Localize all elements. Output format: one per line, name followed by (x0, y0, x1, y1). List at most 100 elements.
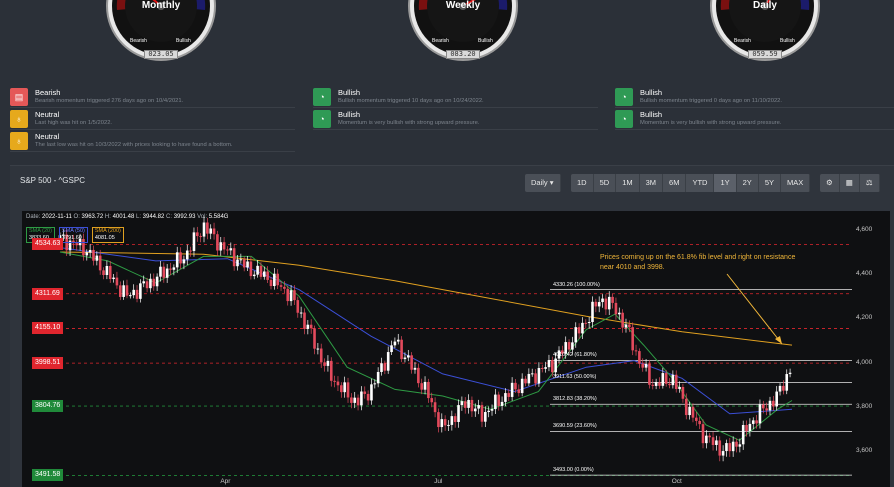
gauge-value: 083.20 (446, 50, 480, 59)
signals-monthly: ▤ Bearish Bearish momentum triggered 276… (10, 88, 295, 154)
scale-icon[interactable]: ⚖ (859, 174, 880, 192)
candle-body (417, 367, 420, 384)
interval-label: Daily (531, 178, 548, 187)
signal-desc: Bullish momentum triggered 10 days ago o… (338, 98, 484, 104)
candle-body (353, 397, 357, 403)
candle-body (594, 301, 598, 307)
candle-body (92, 249, 95, 261)
range-1d-button[interactable]: 1D (571, 174, 594, 192)
candle-body (256, 265, 259, 275)
candle-body (132, 289, 135, 296)
range-toolbar: 1D 5D 1M 3M 6M YTD 1Y 2Y 5Y MAX (571, 174, 811, 192)
candle-body (269, 279, 273, 287)
candle-body (745, 425, 748, 432)
candle-body (105, 265, 109, 276)
gauge-bearish-label: Bearish (734, 38, 751, 44)
candle-body (520, 378, 524, 394)
range-ytd-button[interactable]: YTD (686, 174, 715, 192)
candle-body (443, 419, 447, 426)
gauge-monthly: Monthly Bearish Bullish 023.05 (106, 0, 216, 62)
candle-body (470, 399, 474, 412)
candle-body (139, 283, 142, 299)
candle-body (206, 222, 209, 234)
candle-body (540, 367, 544, 369)
candle-body (356, 397, 360, 406)
range-1m-button[interactable]: 1M (616, 174, 640, 192)
candle-body (661, 373, 665, 386)
signal-title: Neutral (35, 132, 60, 141)
annotation-arrow (726, 273, 783, 345)
candle-body (487, 410, 490, 413)
candle-body (517, 389, 521, 394)
candle-body (88, 249, 92, 253)
candle-body (152, 278, 156, 287)
signal-title: Bearish (35, 88, 61, 97)
candle-body (634, 350, 638, 352)
candle-body (75, 243, 79, 246)
candle-body (741, 425, 745, 445)
candle-body (765, 408, 768, 411)
candle-body (125, 285, 129, 296)
range-5d-button[interactable]: 5D (593, 174, 617, 192)
candle-body (309, 324, 313, 329)
candle-body (185, 250, 189, 260)
candle-body (192, 232, 196, 251)
candle-body (591, 301, 594, 323)
candle-body (376, 371, 380, 384)
range-2y-button[interactable]: 2Y (736, 174, 759, 192)
candle-body (668, 383, 671, 386)
calculator-icon[interactable]: ▦ (839, 174, 860, 192)
candle-body (664, 373, 668, 384)
candle-body (336, 381, 340, 386)
annotation-text: Prices coming up on the 61.8% fib level … (600, 254, 796, 271)
candle-body (708, 435, 712, 438)
candle-body (567, 342, 571, 350)
candle-body (758, 404, 762, 424)
candle-body (242, 259, 246, 268)
range-max-button[interactable]: MAX (781, 174, 811, 192)
candle-body (135, 289, 139, 299)
candle-body (420, 383, 423, 390)
candle-body (715, 440, 718, 445)
interval-dropdown[interactable]: Daily ▾ (525, 174, 561, 192)
range-6m-button[interactable]: 6M (663, 174, 687, 192)
candle-body (751, 420, 755, 424)
sma200-legend[interactable]: SMA (200) 4081.05 (91, 227, 124, 243)
candle-body (497, 394, 501, 406)
candle-body (460, 401, 464, 406)
sma20-line (59, 251, 793, 441)
signal-title: Bullish (338, 88, 361, 97)
range-5y-button[interactable]: 5Y (758, 174, 782, 192)
tools-toolbar: ⚙ ▦ ⚖ (820, 174, 880, 192)
candle-body (175, 252, 179, 268)
candle-body (115, 277, 119, 286)
settings-icon[interactable]: ⚙ (820, 174, 840, 192)
candle-body (226, 249, 229, 251)
candle-body (534, 373, 537, 384)
candle-body (427, 381, 430, 399)
candle-body (393, 341, 397, 346)
candle-body (122, 285, 125, 297)
fib-label: 3493.00 (0.00%) (553, 467, 594, 474)
candle-body (537, 367, 541, 384)
candle-body (621, 312, 624, 328)
candle-body (437, 412, 440, 428)
candle-body (671, 374, 675, 386)
candle-body (524, 378, 527, 384)
candle-body (453, 416, 457, 422)
price-chart[interactable]: Date: 2022-11-11 O: 3963.72 H: 4001.48 L… (22, 211, 890, 487)
candle-body (604, 298, 608, 310)
range-1y-button[interactable]: 1Y (714, 174, 737, 192)
candle-body (212, 228, 216, 235)
candle-body (236, 259, 239, 267)
x-tick-label: Jul (434, 478, 443, 485)
signal-title: Neutral (35, 110, 60, 119)
candle-body (691, 406, 695, 418)
candle-body (681, 386, 685, 399)
range-3m-button[interactable]: 3M (639, 174, 664, 192)
candle-body (366, 393, 370, 401)
gauge-bullish-label: Bullish (176, 38, 191, 44)
candle-body (313, 328, 316, 349)
candle-body (199, 236, 202, 238)
candle-body (159, 266, 162, 277)
